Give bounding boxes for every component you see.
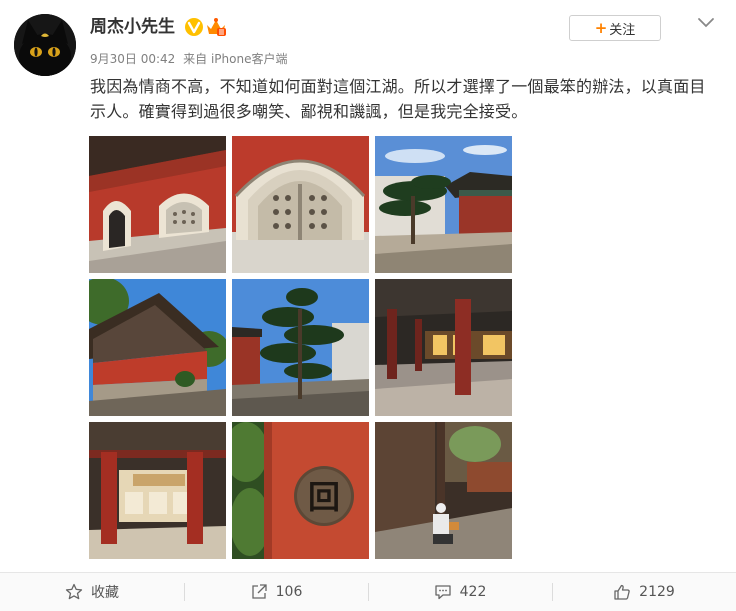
- photo-red-wall-arched-windows[interactable]: [89, 136, 226, 273]
- favorite-button[interactable]: 收藏: [0, 573, 184, 611]
- like-button[interactable]: 2129: [552, 573, 736, 611]
- verified-icon: [185, 18, 203, 36]
- star-icon: [65, 583, 83, 600]
- weibo-post-card: 周杰小先生 9月30日 00:42 来自 iPhone客户端 + 关注 我因為情…: [0, 0, 736, 611]
- photo-man-sitting-in-courtyard[interactable]: [375, 422, 512, 559]
- share-icon: [251, 584, 267, 599]
- username[interactable]: 周杰小先生: [90, 14, 175, 40]
- share-button[interactable]: 106: [184, 573, 368, 611]
- photo-grid: 回: [89, 136, 512, 559]
- avatar[interactable]: [14, 14, 76, 76]
- photo-hall-interior-pillars[interactable]: [89, 422, 226, 559]
- comment-count: 422: [459, 584, 487, 600]
- action-bar: 收藏 106 422 2129: [0, 573, 736, 611]
- comment-button[interactable]: 422: [368, 573, 552, 611]
- follow-label: 关注: [609, 22, 636, 38]
- comment-icon: [434, 585, 451, 600]
- post-date[interactable]: 9月30日 00:42: [90, 52, 175, 66]
- photo-red-hall-upward[interactable]: [89, 279, 226, 416]
- post-text: 我因為情商不高，不知道如何面對這個江湖。所以才選擇了一個最笨的辦法，以真面目示人…: [90, 77, 706, 121]
- favorite-label: 收藏: [91, 585, 119, 601]
- photo-pine-tree-courtyard[interactable]: [232, 279, 369, 416]
- follow-button[interactable]: + 关注: [569, 15, 661, 41]
- chevron-down-icon[interactable]: [696, 12, 716, 32]
- like-count: 2129: [639, 584, 675, 600]
- photo-round-plaque-on-red-door[interactable]: 回: [232, 422, 369, 559]
- photo-pavilion-with-pine[interactable]: [375, 136, 512, 273]
- post-meta: 9月30日 00:42 来自 iPhone客户端: [90, 50, 291, 68]
- post-source: 来自 iPhone客户端: [183, 52, 288, 66]
- plus-icon: +: [594, 19, 608, 37]
- member-crown-icon[interactable]: [205, 17, 227, 37]
- thumbs-up-icon: [614, 584, 630, 600]
- plaque-character: 回: [308, 478, 340, 516]
- photo-hall-interior-red-pillar[interactable]: [375, 279, 512, 416]
- photo-carved-stone-window[interactable]: [232, 136, 369, 273]
- share-count: 106: [275, 584, 303, 600]
